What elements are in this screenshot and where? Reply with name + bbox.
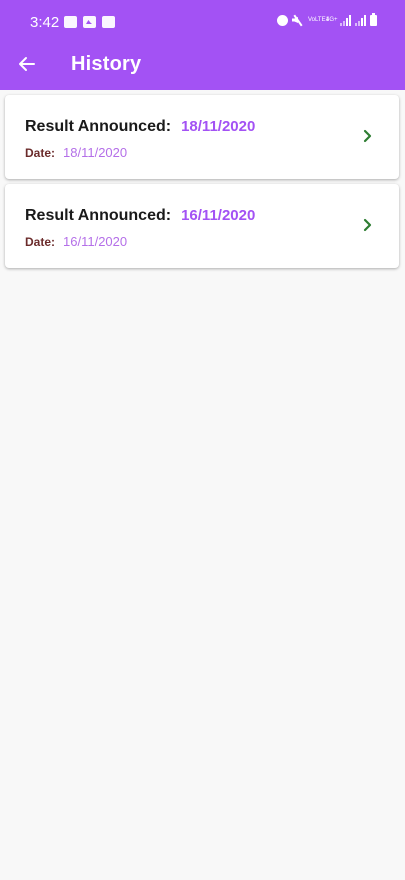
history-item[interactable]: Result Announced: 16/11/2020 Date: 16/11… xyxy=(5,184,399,268)
volte-icon: VoLTE1 xyxy=(308,17,329,23)
date-label: Date: xyxy=(25,235,56,249)
back-button[interactable] xyxy=(14,50,44,80)
result-announced-label: Result Announced: xyxy=(25,118,172,135)
alarm-icon xyxy=(277,14,288,26)
chevron-right-icon[interactable] xyxy=(363,129,373,143)
history-item[interactable]: Result Announced: 18/11/2020 Date: 18/11… xyxy=(5,95,399,179)
app-bar: History xyxy=(0,44,405,90)
message-icon xyxy=(64,16,77,28)
status-time: 3:42 xyxy=(30,14,60,31)
signal-icon xyxy=(355,14,366,26)
4g-icon: 4G+ xyxy=(326,17,338,23)
page-title: History xyxy=(71,53,142,75)
arrow-left-icon xyxy=(19,57,35,71)
date-label: Date: xyxy=(25,146,56,160)
date-row: Date: 18/11/2020 xyxy=(25,145,127,160)
date-value: 16/11/2020 xyxy=(63,234,128,249)
signal-icon xyxy=(340,14,351,26)
chevron-right-icon[interactable] xyxy=(363,218,373,232)
status-notification-icons xyxy=(64,16,115,28)
result-row: Result Announced: 18/11/2020 xyxy=(25,118,255,136)
date-row: Date: 16/11/2020 xyxy=(25,234,127,249)
status-system-icons: VoLTE1 4G+ xyxy=(277,12,377,26)
image-icon xyxy=(83,16,96,28)
result-announced-date: 18/11/2020 xyxy=(181,118,256,135)
result-row: Result Announced: 16/11/2020 xyxy=(25,207,255,225)
result-announced-date: 16/11/2020 xyxy=(181,207,256,224)
battery-icon xyxy=(370,12,377,26)
status-bar: 3:42 VoLTE1 4G+ xyxy=(0,0,405,44)
result-announced-label: Result Announced: xyxy=(25,207,172,224)
chat-icon xyxy=(102,16,115,28)
date-value: 18/11/2020 xyxy=(63,145,128,160)
mute-icon xyxy=(292,14,304,26)
